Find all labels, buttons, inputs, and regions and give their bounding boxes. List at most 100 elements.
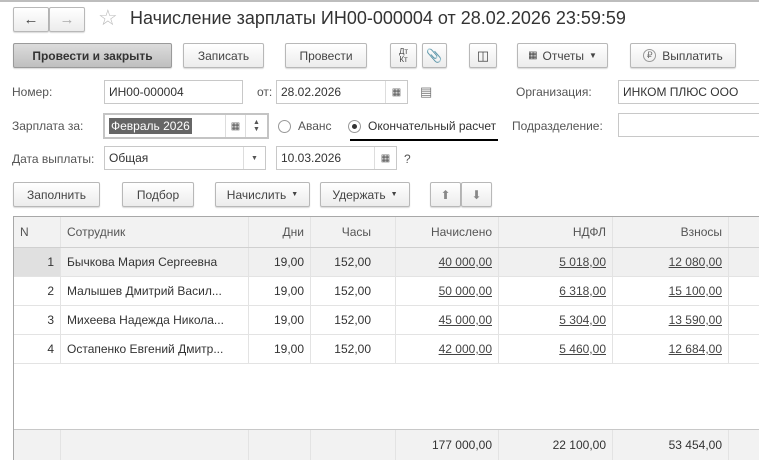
- row-contrib[interactable]: 12 684,00: [613, 335, 729, 363]
- accrue-button[interactable]: Начислить ▼: [215, 182, 310, 207]
- arrow-down-icon: ⬇: [471, 187, 482, 202]
- row-contrib-value[interactable]: 12 080,00: [669, 255, 722, 269]
- calendar-icon[interactable]: ▦: [385, 81, 407, 103]
- calendar-icon[interactable]: ▦: [374, 147, 396, 169]
- help-icon[interactable]: ?: [404, 152, 411, 166]
- arrow-left-icon: ←: [23, 11, 39, 28]
- row-accrued[interactable]: 50 000,00: [396, 277, 499, 305]
- row-days[interactable]: 19,00: [249, 277, 311, 305]
- pay-date-type-select[interactable]: Общая ▼: [104, 146, 266, 170]
- page-title: Начисление зарплаты ИН00-000004 от 28.02…: [130, 8, 626, 28]
- row-ndfl[interactable]: 5 460,00: [499, 335, 613, 363]
- focus-underline: [350, 139, 498, 141]
- number-input[interactable]: ИН00-000004: [104, 80, 243, 104]
- row-ndfl[interactable]: 5 304,00: [499, 306, 613, 334]
- move-down-button[interactable]: ⬇: [461, 182, 492, 207]
- month-spinner[interactable]: ▲ ▼: [245, 115, 267, 137]
- row-accrued-value[interactable]: 40 000,00: [439, 255, 492, 269]
- row-contrib[interactable]: 12 080,00: [613, 248, 729, 276]
- dt-kt-button[interactable]: Дт Кт: [390, 43, 417, 68]
- row-ndfl-value[interactable]: 5 460,00: [559, 342, 606, 356]
- history-icon[interactable]: ▤: [420, 84, 432, 100]
- row-days[interactable]: 19,00: [249, 306, 311, 334]
- move-up-button[interactable]: ⬆: [430, 182, 461, 207]
- col-employee[interactable]: Сотрудник: [61, 217, 249, 247]
- row-employee[interactable]: Михеева Надежда Никола...: [61, 306, 249, 334]
- row-ndfl[interactable]: 6 318,00: [499, 277, 613, 305]
- row-n[interactable]: 4: [14, 335, 61, 363]
- row-ndfl-value[interactable]: 5 304,00: [559, 313, 606, 327]
- row-ndfl-value[interactable]: 5 018,00: [559, 255, 606, 269]
- row-employee[interactable]: Малышев Дмитрий Васил...: [61, 277, 249, 305]
- pick-button[interactable]: Подбор: [122, 182, 194, 207]
- pay-date-input[interactable]: 10.03.2026 ▦: [276, 146, 397, 170]
- col-n[interactable]: N: [14, 217, 61, 247]
- row-days[interactable]: 19,00: [249, 248, 311, 276]
- post-button[interactable]: Провести: [285, 43, 367, 68]
- favorite-star-icon[interactable]: ☆: [98, 5, 118, 31]
- row-employee[interactable]: Бычкова Мария Сергеевна: [61, 248, 249, 276]
- col-ndfl[interactable]: НДФЛ: [499, 217, 613, 247]
- col-contrib[interactable]: Взносы: [613, 217, 729, 247]
- table-row[interactable]: 4 Остапенко Евгений Дмитр... 19,00 152,00 42…: [14, 335, 759, 364]
- row-accrued-value[interactable]: 42 000,00: [439, 342, 492, 356]
- row-contrib-value[interactable]: 12 684,00: [669, 342, 722, 356]
- row-days[interactable]: 19,00: [249, 335, 311, 363]
- calendar-icon[interactable]: ▦: [225, 115, 245, 137]
- row-ndfl-value[interactable]: 6 318,00: [559, 284, 606, 298]
- org-input[interactable]: ИНКОМ ПЛЮС ООО: [618, 80, 759, 104]
- col-days[interactable]: Дни: [249, 217, 311, 247]
- back-button[interactable]: ←: [13, 7, 49, 32]
- date-value: 28.02.2026: [281, 85, 342, 99]
- row-n-value: 1: [47, 255, 54, 269]
- row-hours[interactable]: 152,00: [311, 277, 396, 305]
- attach-button[interactable]: 📎: [422, 43, 447, 68]
- row-ndfl[interactable]: 5 018,00: [499, 248, 613, 276]
- pay-button[interactable]: ₽ Выплатить: [630, 43, 736, 68]
- row-contrib[interactable]: 15 100,00: [613, 277, 729, 305]
- table-row[interactable]: 1 Бычкова Мария Сергеевна 19,00 152,00 40 00…: [14, 248, 759, 277]
- forward-button[interactable]: →: [49, 7, 85, 32]
- row-contrib-value[interactable]: 15 100,00: [669, 284, 722, 298]
- ruble-icon: ₽: [643, 49, 657, 62]
- row-n[interactable]: 1: [14, 248, 61, 276]
- save-button[interactable]: Записать: [183, 43, 264, 68]
- row-contrib-value[interactable]: 13 590,00: [669, 313, 722, 327]
- withhold-button[interactable]: Удержать ▼: [320, 182, 410, 207]
- col-hours[interactable]: Часы: [311, 217, 396, 247]
- row-employee-value: Бычкова Мария Сергеевна: [67, 255, 218, 269]
- row-accrued[interactable]: 40 000,00: [396, 248, 499, 276]
- row-hours[interactable]: 152,00: [311, 335, 396, 363]
- row-hours-value: 152,00: [334, 313, 371, 327]
- radio-final[interactable]: [348, 120, 361, 133]
- row-days-value: 19,00: [273, 284, 304, 298]
- salary-month-input[interactable]: Февраль 2026 ▦ ▲ ▼: [103, 113, 269, 139]
- pay-label: Выплатить: [662, 48, 723, 63]
- row-days-value: 19,00: [273, 255, 304, 269]
- table-row[interactable]: 2 Малышев Дмитрий Васил... 19,00 152,00 50 0…: [14, 277, 759, 306]
- date-input[interactable]: 28.02.2026 ▦: [276, 80, 408, 104]
- row-accrued-value[interactable]: 45 000,00: [439, 313, 492, 327]
- row-hours[interactable]: 152,00: [311, 306, 396, 334]
- row-days-value: 19,00: [273, 342, 304, 356]
- row-contrib[interactable]: 13 590,00: [613, 306, 729, 334]
- row-hours[interactable]: 152,00: [311, 248, 396, 276]
- row-accrued[interactable]: 42 000,00: [396, 335, 499, 363]
- fill-button[interactable]: Заполнить: [13, 182, 100, 207]
- row-accrued-value[interactable]: 50 000,00: [439, 284, 492, 298]
- structure-button[interactable]: ◫: [469, 43, 497, 68]
- row-employee[interactable]: Остапенко Евгений Дмитр...: [61, 335, 249, 363]
- row-n[interactable]: 3: [14, 306, 61, 334]
- post-and-close-button[interactable]: Провести и закрыть: [13, 43, 172, 68]
- row-accrued[interactable]: 45 000,00: [396, 306, 499, 334]
- reports-button[interactable]: ▦ Отчеты ▼: [517, 43, 608, 68]
- radio-final-label: Окончательный расчет: [368, 119, 497, 133]
- radio-advance[interactable]: [278, 120, 291, 133]
- org-label: Организация:: [516, 85, 592, 99]
- dropdown-arrow-icon[interactable]: ▼: [243, 147, 265, 169]
- table-row[interactable]: 3 Михеева Надежда Никола... 19,00 152,00 45 …: [14, 306, 759, 335]
- dept-input[interactable]: [618, 113, 759, 137]
- row-n[interactable]: 2: [14, 277, 61, 305]
- col-accrued[interactable]: Начислено: [396, 217, 499, 247]
- dropdown-arrow-icon: ▼: [390, 191, 398, 198]
